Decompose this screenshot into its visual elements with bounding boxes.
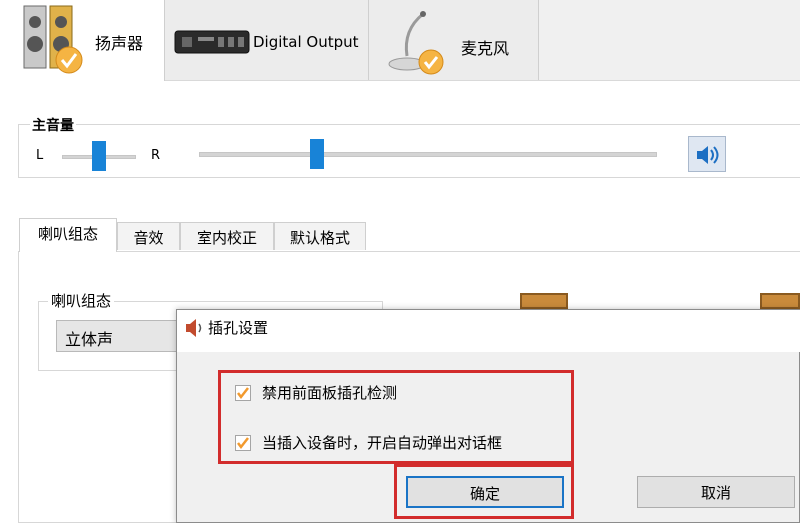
tab-digital-output-label: Digital Output	[253, 33, 359, 51]
tab-default-format[interactable]: 默认格式	[274, 222, 366, 250]
auto-popup-label: 当插入设备时，开启自动弹出对话框	[262, 434, 503, 452]
dialog-volume-icon	[184, 318, 206, 342]
tab-microphone-label: 麦克风	[461, 39, 510, 58]
device-tab-bar: 扬声器 Digital Output 麦克风	[0, 0, 800, 81]
tab-speakers-label: 扬声器	[95, 34, 144, 53]
tab-microphone[interactable]: 麦克风	[369, 0, 539, 80]
config-tab-bar: 喇叭组态 音效 室内校正 默认格式	[0, 218, 800, 252]
tab-speaker-config[interactable]: 喇叭组态	[19, 218, 117, 252]
checkmark-icon	[237, 437, 249, 450]
tab-speakers[interactable]: 扬声器	[0, 0, 165, 81]
dialog-title: 插孔设置	[208, 319, 269, 337]
balance-left-label: L	[36, 148, 44, 163]
volume-slider-track[interactable]	[199, 152, 657, 157]
checkmark-icon	[237, 387, 249, 400]
mute-button[interactable]	[688, 136, 726, 172]
speaker-config-title: 喇叭组态	[48, 290, 115, 311]
digital-output-icon	[174, 28, 250, 60]
tab-digital-output[interactable]: Digital Output	[165, 0, 369, 80]
disable-front-panel-checkbox[interactable]	[235, 385, 251, 401]
tab-room-correction[interactable]: 室内校正	[180, 222, 274, 250]
tab-sound-effects[interactable]: 音效	[117, 222, 180, 250]
auto-popup-checkbox[interactable]	[235, 435, 251, 451]
speaker-image	[520, 293, 568, 309]
master-volume-title: 主音量	[30, 115, 76, 135]
disable-front-panel-label: 禁用前面板插孔检测	[262, 384, 398, 402]
volume-icon	[695, 144, 721, 170]
ok-button[interactable]: 确定	[406, 476, 564, 508]
speaker-icon	[22, 4, 84, 80]
master-volume-group	[18, 124, 800, 178]
dialog-title-bar	[177, 310, 800, 352]
balance-right-label: R	[151, 148, 161, 163]
speaker-image	[760, 293, 800, 309]
cancel-button[interactable]: 取消	[637, 476, 795, 508]
microphone-icon	[383, 10, 447, 80]
volume-slider-thumb[interactable]	[310, 139, 324, 169]
speaker-config-select[interactable]: 立体声	[56, 320, 186, 352]
balance-slider-thumb[interactable]	[92, 141, 106, 171]
